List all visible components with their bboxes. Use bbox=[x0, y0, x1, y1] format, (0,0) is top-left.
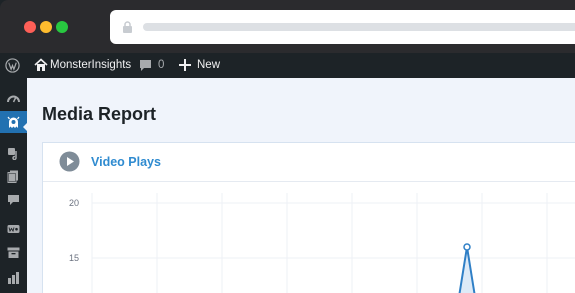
comments-icon bbox=[8, 195, 19, 205]
products-icon bbox=[7, 247, 20, 258]
sidebar-item-pages[interactable] bbox=[0, 165, 27, 187]
card-title: Video Plays bbox=[91, 155, 161, 169]
wordpress-logo-icon[interactable] bbox=[5, 58, 20, 73]
media-icon bbox=[8, 148, 17, 160]
admin-sidebar bbox=[0, 78, 28, 293]
home-icon[interactable] bbox=[34, 58, 48, 72]
comment-count[interactable]: 0 bbox=[158, 59, 164, 71]
sidebar-item-woocommerce[interactable] bbox=[0, 218, 27, 240]
main-content: Media Report Video Plays 20 15 bbox=[27, 78, 575, 293]
maximize-window-button[interactable] bbox=[56, 21, 68, 33]
comments-icon[interactable] bbox=[139, 59, 152, 72]
sidebar-item-dashboard[interactable] bbox=[0, 88, 27, 110]
minimize-window-button[interactable] bbox=[40, 21, 52, 33]
woocommerce-icon bbox=[7, 225, 20, 233]
site-name-link[interactable]: MonsterInsights bbox=[50, 59, 131, 71]
y-tick-label: 15 bbox=[69, 253, 79, 263]
sidebar-item-products[interactable] bbox=[0, 241, 27, 263]
monsterinsights-icon bbox=[7, 116, 20, 128]
video-plays-chart: 2015 bbox=[69, 193, 575, 293]
card-header: Video Plays bbox=[43, 143, 575, 182]
y-tick-label: 20 bbox=[69, 198, 79, 208]
lock-icon bbox=[123, 21, 132, 33]
close-window-button[interactable] bbox=[24, 21, 36, 33]
page-title: Media Report bbox=[42, 104, 157, 124]
new-content-link[interactable]: New bbox=[197, 59, 220, 71]
wp-admin-bar: MonsterInsights 0 New bbox=[0, 53, 575, 78]
play-icon bbox=[59, 151, 80, 172]
address-bar[interactable] bbox=[110, 10, 575, 44]
plus-icon[interactable] bbox=[179, 59, 191, 71]
sidebar-item-comments[interactable] bbox=[0, 189, 27, 211]
browser-window-chrome bbox=[0, 0, 575, 53]
data-point[interactable] bbox=[463, 243, 471, 251]
pages-icon bbox=[7, 170, 18, 183]
sidebar-item-media[interactable] bbox=[0, 142, 27, 164]
analytics-icon bbox=[8, 272, 19, 284]
video-plays-card: Video Plays 20 15 bbox=[42, 142, 575, 293]
sidebar-item-analytics[interactable] bbox=[0, 266, 27, 288]
url-text-placeholder bbox=[143, 23, 575, 31]
dashboard-icon bbox=[7, 95, 20, 103]
